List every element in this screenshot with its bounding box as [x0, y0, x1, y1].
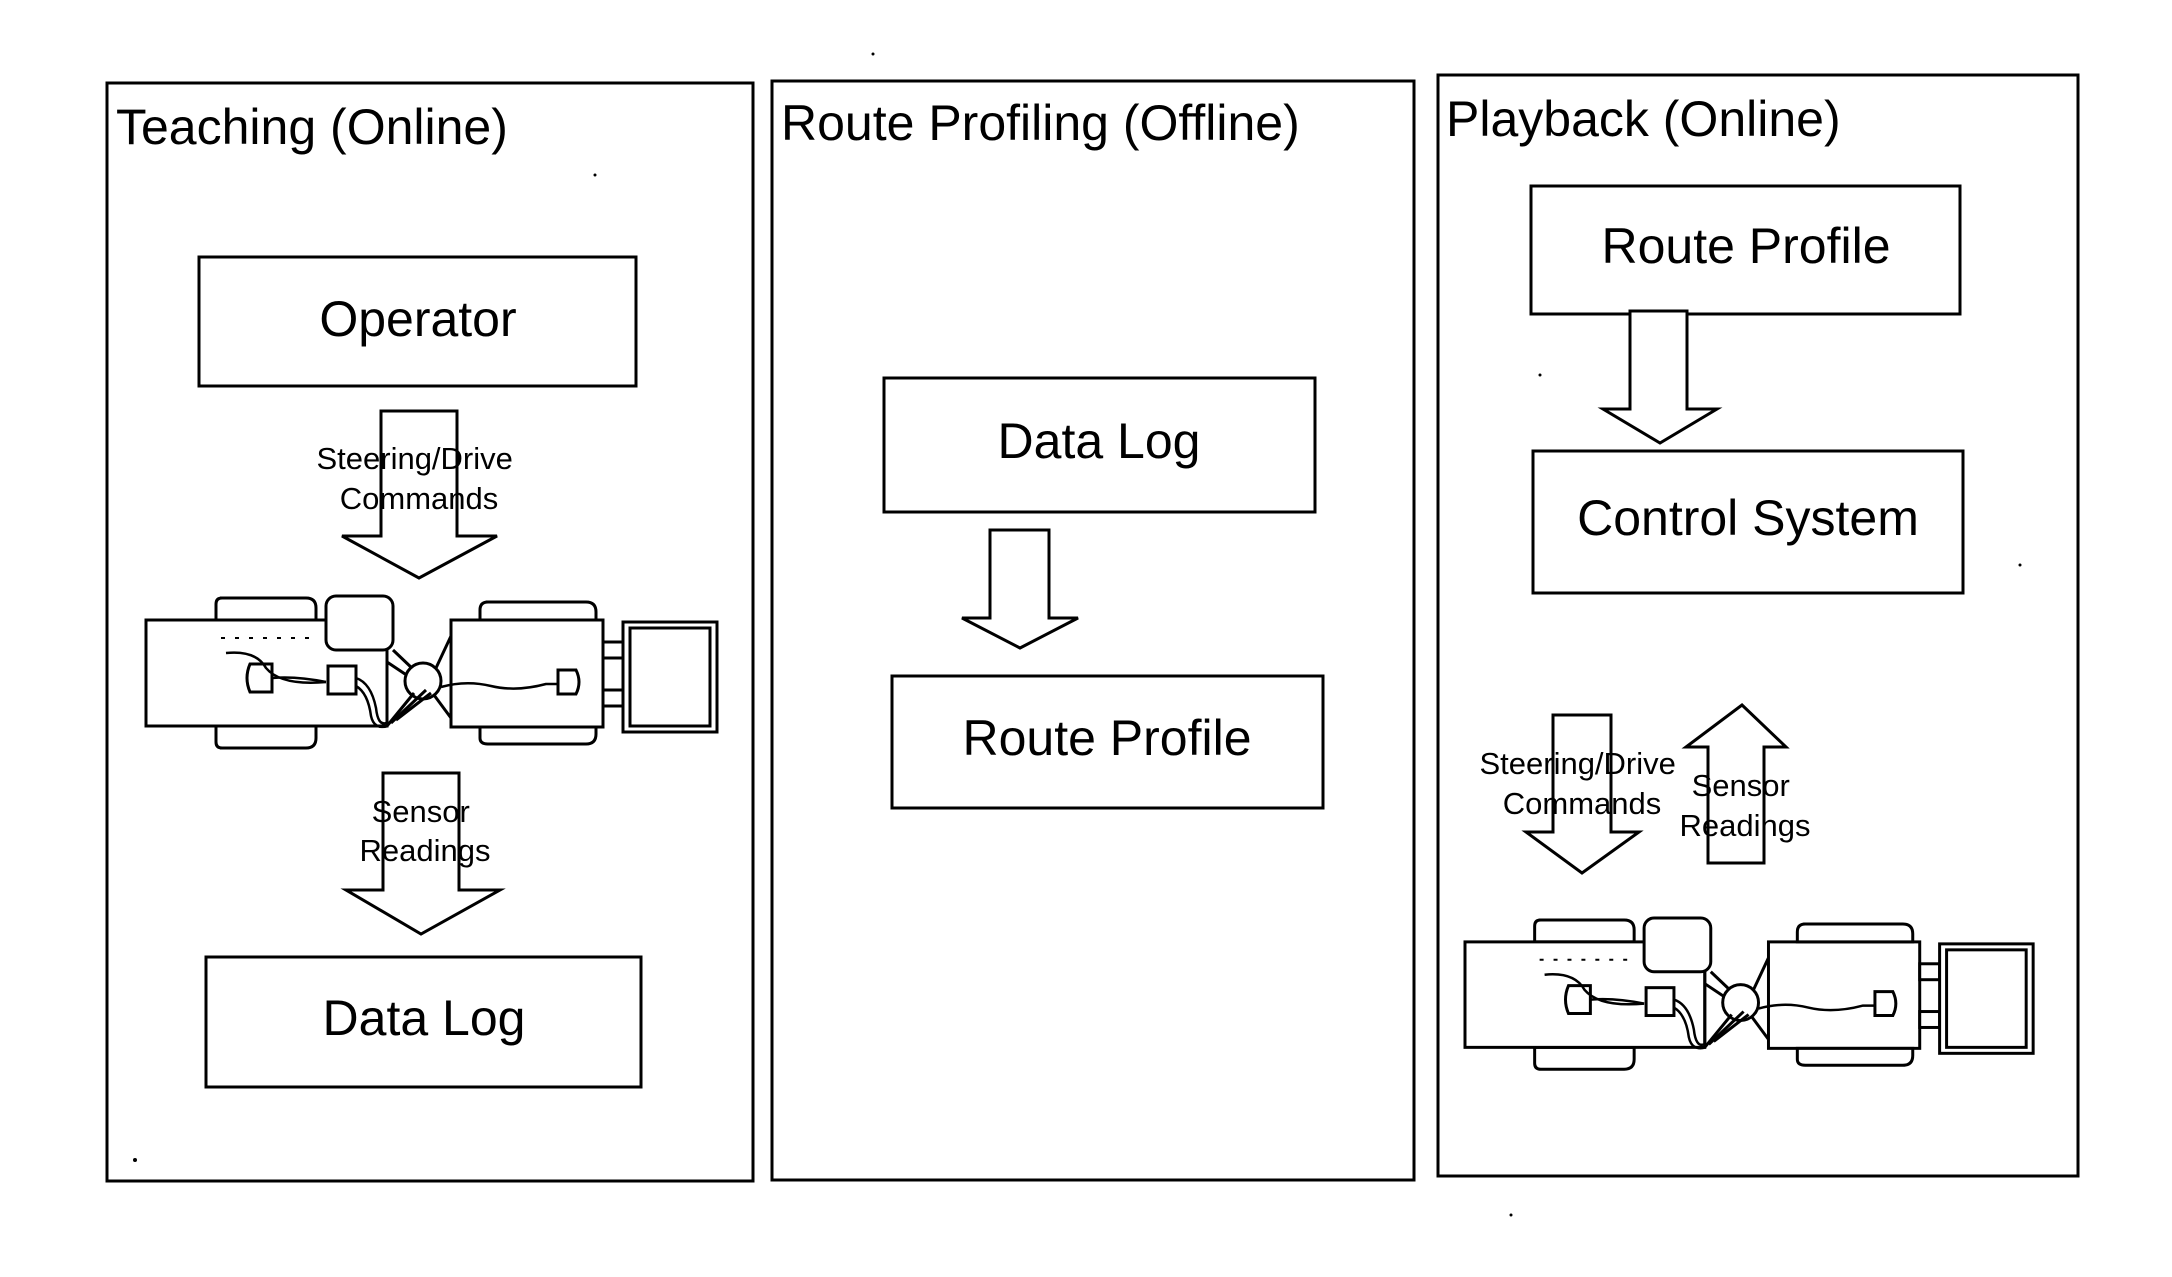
panel-title: Playback (Online)	[1446, 91, 1841, 147]
panel-title: Teaching (Online)	[116, 99, 508, 155]
data-log-box: Data Log	[204, 955, 643, 1089]
panel-route-profiling: Route Profiling (Offline) Data Log Route…	[770, 79, 1416, 1182]
scan-speck	[1509, 1213, 1513, 1217]
scan-speck	[2018, 563, 2022, 567]
route-profile-box: Route Profile	[890, 674, 1325, 810]
scan-speck	[593, 173, 597, 177]
panel-teaching: Teaching (Online) Operator Steering/Driv…	[105, 81, 755, 1183]
box-label: Route Profile	[1601, 218, 1890, 274]
panel-playback: Playback (Online) Route Profile Control …	[1436, 73, 2080, 1178]
box-label: Control System	[1577, 490, 1919, 546]
scan-speck	[1538, 373, 1542, 377]
box-label: Operator	[319, 291, 516, 347]
control-system-box: Control System	[1531, 449, 1965, 595]
box-label: Data Log	[998, 413, 1201, 469]
operator-box: Operator	[197, 255, 638, 388]
box-label: Data Log	[323, 990, 526, 1046]
box-label: Route Profile	[962, 710, 1251, 766]
scan-speck	[871, 52, 875, 56]
diagram-canvas: Teaching (Online) Operator Steering/Driv…	[105, 52, 2080, 1217]
panel-frame	[770, 79, 1416, 1182]
scan-speck	[133, 1158, 137, 1162]
panel-title: Route Profiling (Offline)	[781, 95, 1300, 151]
data-log-box: Data Log	[882, 376, 1317, 514]
route-profile-box: Route Profile	[1529, 184, 1962, 316]
